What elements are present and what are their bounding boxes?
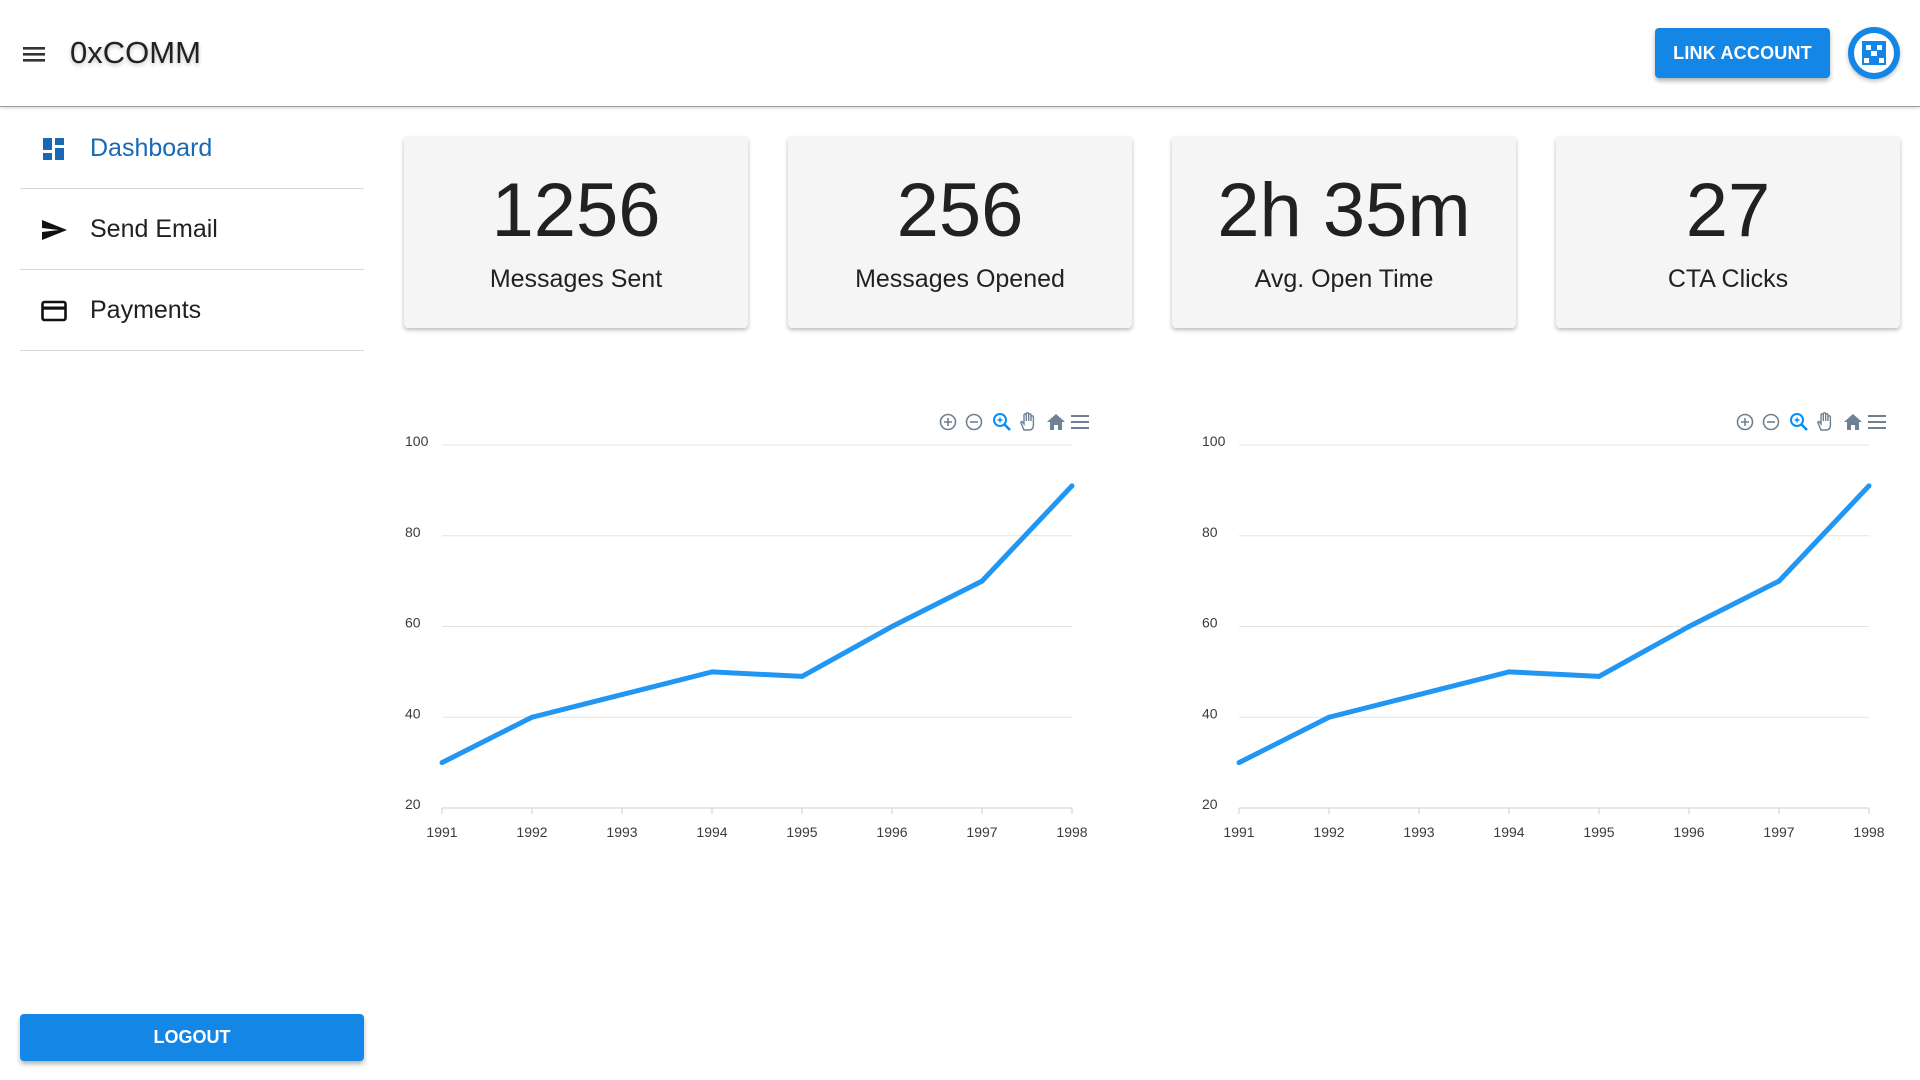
data-point [979, 578, 985, 584]
x-tick-label: 1991 [1223, 824, 1254, 840]
sidebar-item-label: Dashboard [90, 134, 213, 162]
x-tick-label: 1995 [1583, 824, 1614, 840]
stat-label: Messages Sent [489, 265, 663, 293]
y-tick-label: 20 [405, 796, 421, 812]
y-tick-label: 80 [405, 524, 421, 540]
stat-value: 2h 35m [1217, 168, 1471, 253]
data-point [1236, 760, 1242, 766]
stat-value: 1256 [491, 168, 661, 253]
data-point [1069, 483, 1075, 489]
x-tick-label: 1996 [1673, 824, 1704, 840]
stat-card-avg-open-time: 2h 35m Avg. Open Time [1172, 137, 1516, 328]
data-point [1326, 714, 1332, 720]
stat-card-messages-opened: 256 Messages Opened [788, 137, 1132, 328]
chart-svg: 20 40 60 80 100 1991 1992 1993 1994 1995 1996 1997 1… [405, 433, 1088, 840]
y-tick-label: 20 [1202, 796, 1218, 812]
x-tick-label: 1993 [1403, 824, 1434, 840]
y-tick-label: 100 [405, 433, 429, 449]
send-icon [42, 220, 67, 240]
sidebar-item-payments[interactable]: Payments [20, 270, 364, 351]
credit-card-icon [41, 300, 67, 322]
app-title: 0xCOMM [70, 35, 201, 70]
avatar-icon[interactable] [1848, 27, 1900, 79]
data-point [1686, 624, 1692, 629]
y-tick-label: 60 [405, 615, 421, 631]
stat-card-cta-clicks: 27 CTA Clicks [1556, 137, 1900, 328]
y-tick-label: 40 [1202, 705, 1218, 721]
app-bar: 0xCOMM LINK ACCOUNT [0, 0, 1920, 107]
stat-label: Messages Opened [855, 265, 1065, 293]
sidebar-item-send-email[interactable]: Send Email [20, 189, 364, 270]
x-tick-label: 1992 [1313, 824, 1344, 840]
x-tick-label: 1994 [1493, 824, 1524, 840]
sidebar-item-dashboard[interactable]: Dashboard [20, 108, 364, 189]
stat-value: 256 [896, 168, 1024, 253]
data-point [709, 669, 715, 675]
x-tick-label: 1998 [1056, 824, 1087, 840]
y-tick-label: 40 [405, 705, 421, 721]
line-chart-left[interactable]: 20 40 60 80 100 1991 1992 1993 1994 1995 1996 1997 1… [396, 400, 1116, 860]
logout-button[interactable]: LOGOUT [20, 1014, 364, 1061]
data-point [1506, 669, 1512, 675]
series-line [1237, 484, 1871, 765]
data-point [889, 624, 895, 629]
x-tick-label: 1998 [1853, 824, 1884, 840]
data-point [529, 714, 535, 720]
data-point [1596, 673, 1602, 679]
y-tick-label: 100 [1202, 433, 1226, 449]
data-point [1866, 483, 1872, 489]
data-point [619, 692, 625, 698]
stat-value: 27 [1685, 168, 1771, 253]
menu-icon[interactable] [18, 37, 52, 71]
x-tick-label: 1995 [786, 824, 817, 840]
x-tick-label: 1997 [966, 824, 997, 840]
data-point [1776, 578, 1782, 584]
data-point [439, 760, 445, 766]
y-tick-label: 80 [1202, 524, 1218, 540]
x-tick-label: 1991 [426, 824, 457, 840]
x-tick-label: 1993 [606, 824, 637, 840]
dashboard-icon [43, 138, 64, 160]
series-line [440, 484, 1074, 765]
chart-svg: 20 40 60 80 100 1991 1992 1993 1994 1995 1996 1997 1… [1202, 433, 1885, 840]
x-tick-label: 1994 [696, 824, 727, 840]
data-point [799, 673, 805, 679]
data-point [1416, 692, 1422, 698]
y-tick-label: 60 [1202, 615, 1218, 631]
x-tick-label: 1992 [516, 824, 547, 840]
link-account-button[interactable]: LINK ACCOUNT [1655, 28, 1830, 78]
sidebar: Dashboard Send Email Payments LOGOUT [0, 108, 380, 1080]
stat-label: CTA Clicks [1667, 265, 1789, 293]
x-tick-label: 1996 [876, 824, 907, 840]
stat-label: Avg. Open Time [1254, 265, 1434, 293]
line-chart-right[interactable]: 20 40 60 80 100 1991 1992 1993 1994 1995 1996 1997 1… [1193, 400, 1913, 860]
sidebar-item-label: Send Email [90, 215, 218, 243]
x-tick-label: 1997 [1763, 824, 1794, 840]
stat-card-messages-sent: 1256 Messages Sent [404, 137, 748, 328]
sidebar-item-label: Payments [90, 296, 202, 324]
